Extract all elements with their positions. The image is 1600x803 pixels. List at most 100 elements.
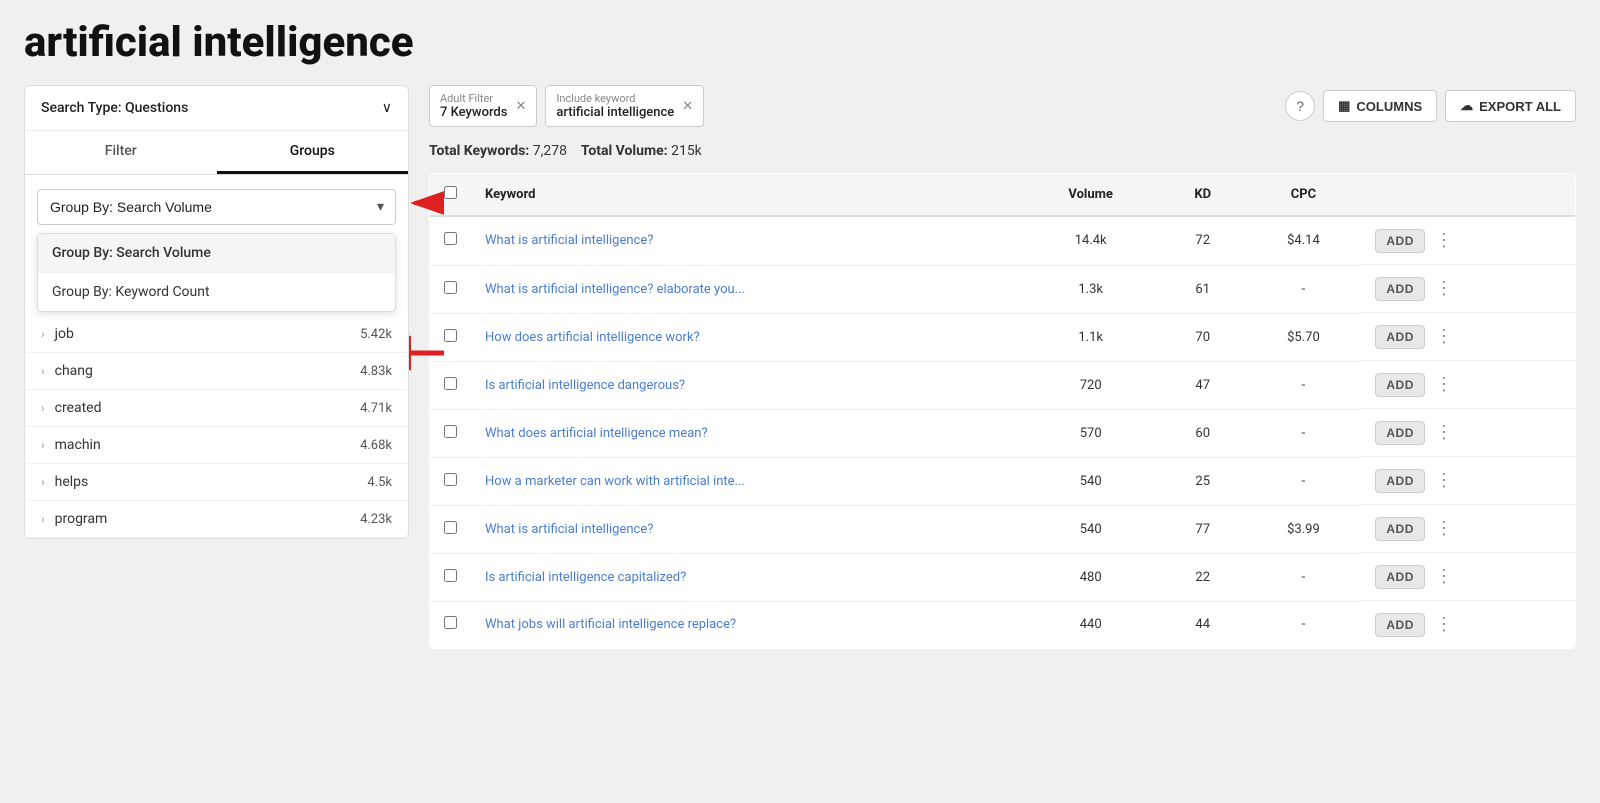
- columns-button[interactable]: ▦ COLUMNS: [1323, 90, 1437, 122]
- volume-cell: 720: [1021, 361, 1160, 409]
- chip-value-keyword: artificial intelligence: [556, 105, 674, 120]
- actions-column-header: [1361, 174, 1575, 217]
- keyword-link[interactable]: How does artificial intelligence work?: [485, 330, 700, 345]
- more-options-button[interactable]: ⋮: [1429, 420, 1459, 445]
- row-checkbox[interactable]: [444, 281, 457, 294]
- keyword-link[interactable]: Is artificial intelligence capitalized?: [485, 570, 686, 585]
- more-options-button[interactable]: ⋮: [1429, 516, 1459, 541]
- list-item[interactable]: › chang 4.83k: [25, 353, 408, 390]
- list-item[interactable]: › created 4.71k: [25, 390, 408, 427]
- more-options-button[interactable]: ⋮: [1429, 372, 1459, 397]
- cpc-cell: -: [1245, 553, 1361, 601]
- action-cell: ADD ⋮: [1361, 313, 1575, 361]
- kd-column-header[interactable]: KD: [1160, 174, 1245, 217]
- adult-filter-close-button[interactable]: ✕: [515, 99, 526, 114]
- kd-cell: 77: [1160, 505, 1245, 553]
- tab-groups[interactable]: Groups: [217, 131, 409, 174]
- keyword-link[interactable]: How a marketer can work with artificial …: [485, 474, 745, 489]
- keyword-cell: What is artificial intelligence?: [471, 505, 1021, 553]
- add-button[interactable]: ADD: [1375, 613, 1425, 637]
- row-checkbox[interactable]: [444, 377, 457, 390]
- more-options-button[interactable]: ⋮: [1429, 468, 1459, 493]
- stats-row: Total Keywords: 7,278 Total Volume: 215k: [429, 143, 1576, 159]
- total-keywords-label: Total Keywords:: [429, 143, 529, 159]
- keyword-link[interactable]: What is artificial intelligence? elabora…: [485, 282, 745, 297]
- table-row: How a marketer can work with artificial …: [430, 457, 1576, 505]
- row-checkbox[interactable]: [444, 329, 457, 342]
- select-all-header[interactable]: [430, 174, 472, 217]
- cpc-cell: $5.70: [1245, 313, 1361, 361]
- search-type-label: Search Type: Questions: [41, 100, 188, 116]
- group-by-dropdown: Group By: Search Volume Group By: Keywor…: [37, 233, 396, 312]
- cpc-cell: -: [1245, 265, 1361, 313]
- volume-cell: 480: [1021, 553, 1160, 601]
- kd-cell: 70: [1160, 313, 1245, 361]
- right-panel: Adult Filter 7 Keywords ✕ Include keywor…: [429, 85, 1576, 649]
- tab-filter[interactable]: Filter: [25, 131, 217, 174]
- page-title: artificial intelligence: [24, 18, 1576, 67]
- export-all-button[interactable]: ☁ EXPORT ALL: [1445, 90, 1576, 122]
- keyword-cell: How does artificial intelligence work?: [471, 313, 1021, 361]
- row-checkbox[interactable]: [444, 232, 457, 245]
- cpc-cell: -: [1245, 361, 1361, 409]
- chevron-right-icon: ›: [41, 438, 45, 452]
- more-options-button[interactable]: ⋮: [1429, 564, 1459, 589]
- table-row: What does artificial intelligence mean? …: [430, 409, 1576, 457]
- row-checkbox[interactable]: [444, 473, 457, 486]
- total-volume-label: Total Volume:: [581, 143, 668, 159]
- row-checkbox-cell: [430, 361, 472, 409]
- row-checkbox[interactable]: [444, 569, 457, 582]
- action-cell: ADD ⋮: [1361, 361, 1575, 409]
- keyword-cell: What is artificial intelligence?: [471, 216, 1021, 265]
- select-all-checkbox[interactable]: [444, 186, 457, 199]
- action-cell: ADD ⋮: [1361, 553, 1575, 601]
- more-options-button[interactable]: ⋮: [1429, 228, 1459, 253]
- cpc-cell: -: [1245, 457, 1361, 505]
- volume-cell: 540: [1021, 457, 1160, 505]
- add-button[interactable]: ADD: [1375, 517, 1425, 541]
- list-item[interactable]: › job 5.42k: [25, 316, 408, 353]
- row-checkbox[interactable]: [444, 521, 457, 534]
- row-checkbox-cell: [430, 457, 472, 505]
- keyword-link[interactable]: Is artificial intelligence dangerous?: [485, 378, 685, 393]
- chip-value-adult: 7 Keywords: [440, 105, 507, 120]
- export-icon: ☁: [1460, 98, 1473, 114]
- add-button[interactable]: ADD: [1375, 469, 1425, 493]
- keyword-link[interactable]: What is artificial intelligence?: [485, 233, 653, 248]
- keyword-link[interactable]: What jobs will artificial intelligence r…: [485, 617, 736, 632]
- row-checkbox[interactable]: [444, 425, 457, 438]
- list-item[interactable]: › program 4.23k: [25, 501, 408, 538]
- add-button[interactable]: ADD: [1375, 421, 1425, 445]
- cpc-column-header[interactable]: CPC: [1245, 174, 1361, 217]
- add-button[interactable]: ADD: [1375, 373, 1425, 397]
- chevron-right-icon: ›: [41, 512, 45, 526]
- dropdown-option-keyword-count[interactable]: Group By: Keyword Count: [38, 273, 395, 311]
- table-row: What is artificial intelligence? 540 77 …: [430, 505, 1576, 553]
- dropdown-option-search-volume[interactable]: Group By: Search Volume: [38, 234, 395, 273]
- volume-cell: 1.3k: [1021, 265, 1160, 313]
- more-options-button[interactable]: ⋮: [1429, 612, 1459, 637]
- action-cell: ADD ⋮: [1361, 457, 1575, 505]
- add-button[interactable]: ADD: [1375, 325, 1425, 349]
- search-type-dropdown[interactable]: Search Type: Questions ∨: [25, 86, 408, 131]
- add-button[interactable]: ADD: [1375, 565, 1425, 589]
- keyword-cell: What is artificial intelligence? elabora…: [471, 265, 1021, 313]
- row-checkbox-cell: [430, 505, 472, 553]
- keyword-column-header[interactable]: Keyword: [471, 174, 1021, 217]
- chip-label-adult: Adult Filter: [440, 92, 507, 105]
- list-item[interactable]: › machin 4.68k: [25, 427, 408, 464]
- keyword-link[interactable]: What does artificial intelligence mean?: [485, 426, 708, 441]
- add-button[interactable]: ADD: [1375, 277, 1425, 301]
- group-by-select[interactable]: Group By: Search Volume Group By: Keywor…: [37, 189, 396, 225]
- include-keyword-close-button[interactable]: ✕: [682, 99, 693, 114]
- more-options-button[interactable]: ⋮: [1429, 324, 1459, 349]
- list-item[interactable]: › helps 4.5k: [25, 464, 408, 501]
- more-options-button[interactable]: ⋮: [1429, 276, 1459, 301]
- kd-cell: 47: [1160, 361, 1245, 409]
- row-checkbox[interactable]: [444, 616, 457, 629]
- add-button[interactable]: ADD: [1375, 229, 1425, 253]
- volume-column-header[interactable]: Volume: [1021, 174, 1160, 217]
- keyword-link[interactable]: What is artificial intelligence?: [485, 522, 653, 537]
- volume-cell: 1.1k: [1021, 313, 1160, 361]
- help-button[interactable]: ?: [1285, 91, 1315, 121]
